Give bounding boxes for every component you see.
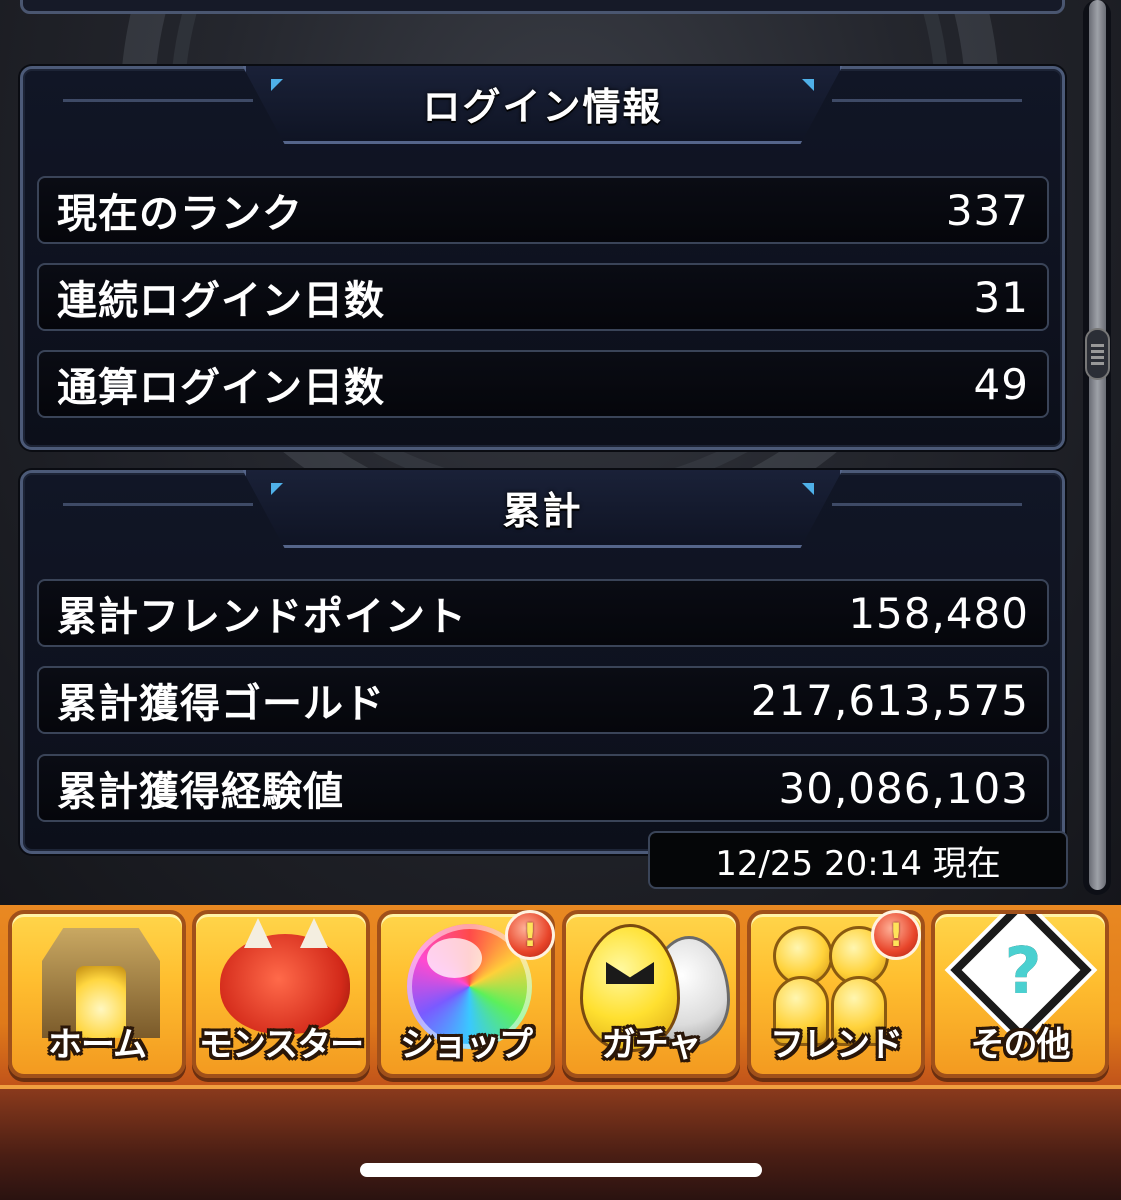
header-side-line-right [832,99,1022,102]
row-value: 158,480 [848,588,1029,638]
row-label: 累計獲得経験値 [57,769,344,815]
row-label: 累計フレンドポイント [57,594,467,640]
cumulative-header: 累計 [242,470,843,548]
row-value: 49 [973,359,1029,409]
total-login-row: 通算ログイン日数 49 [37,350,1049,418]
row-value: 217,613,575 [750,675,1029,725]
header-side-line-right [832,503,1022,506]
nav-label: フレンド [770,1025,903,1065]
monster-horn-icon [244,918,272,948]
cumulative-panel: 累計 累計フレンドポイント 158,480 累計獲得ゴールド 217,613,5… [20,470,1065,854]
login-info-title: ログイン情報 [422,85,663,129]
timestamp-label: 12/25 20:14 現在 [648,831,1068,889]
nav-label: モンスター [198,1025,364,1065]
cumulative-title: 累計 [502,489,583,533]
nav-label: ホーム [48,1025,147,1065]
nav-gacha-button[interactable]: ガチャ [562,910,740,1078]
login-info-header: ログイン情報 [242,66,843,144]
corner-mark-icon [802,483,814,495]
gold-row: 累計獲得ゴールド 217,613,575 [37,666,1049,734]
nav-other-button[interactable]: ? その他 [931,910,1109,1078]
header-side-line-left [63,503,253,506]
header-side-line-left [63,99,253,102]
row-label: 累計獲得ゴールド [57,681,385,727]
nav-label: その他 [970,1025,1071,1065]
row-value: 31 [973,272,1029,322]
row-label: 通算ログイン日数 [57,365,385,411]
friend-alert-badge: ! [871,910,921,960]
experience-row: 累計獲得経験値 30,086,103 [37,754,1049,822]
friend-points-row: 累計フレンドポイント 158,480 [37,579,1049,647]
row-value: 30,086,103 [778,763,1029,813]
nav-label: ガチャ [601,1025,702,1065]
nav-monster-button[interactable]: モンスター [192,910,370,1078]
corner-mark-icon [271,79,283,91]
login-info-panel: ログイン情報 現在のランク 337 連続ログイン日数 31 通算ログイン日数 4… [20,66,1065,450]
orb-shine [427,938,482,978]
question-mark-icon: ? [1004,935,1042,1009]
home-indicator[interactable] [360,1163,762,1177]
consecutive-login-row: 連続ログイン日数 31 [37,263,1049,331]
monster-horn-icon [300,918,328,948]
alert-icon: ! [888,916,904,954]
shop-alert-badge: ! [505,910,555,960]
corner-mark-icon [802,79,814,91]
rank-row: 現在のランク 337 [37,176,1049,244]
nav-home-button[interactable]: ホーム [8,910,186,1078]
nav-label: ショップ [400,1025,533,1065]
alert-icon: ! [522,916,538,954]
row-label: 現在のランク [57,191,303,237]
row-value: 337 [945,185,1029,235]
row-label: 連続ログイン日数 [57,278,385,324]
previous-panel-edge [20,0,1065,14]
scrollbar-track[interactable] [1089,0,1106,890]
corner-mark-icon [271,483,283,495]
scrollbar-handle[interactable] [1085,328,1110,380]
bottom-nav-strip [0,1085,1121,1200]
